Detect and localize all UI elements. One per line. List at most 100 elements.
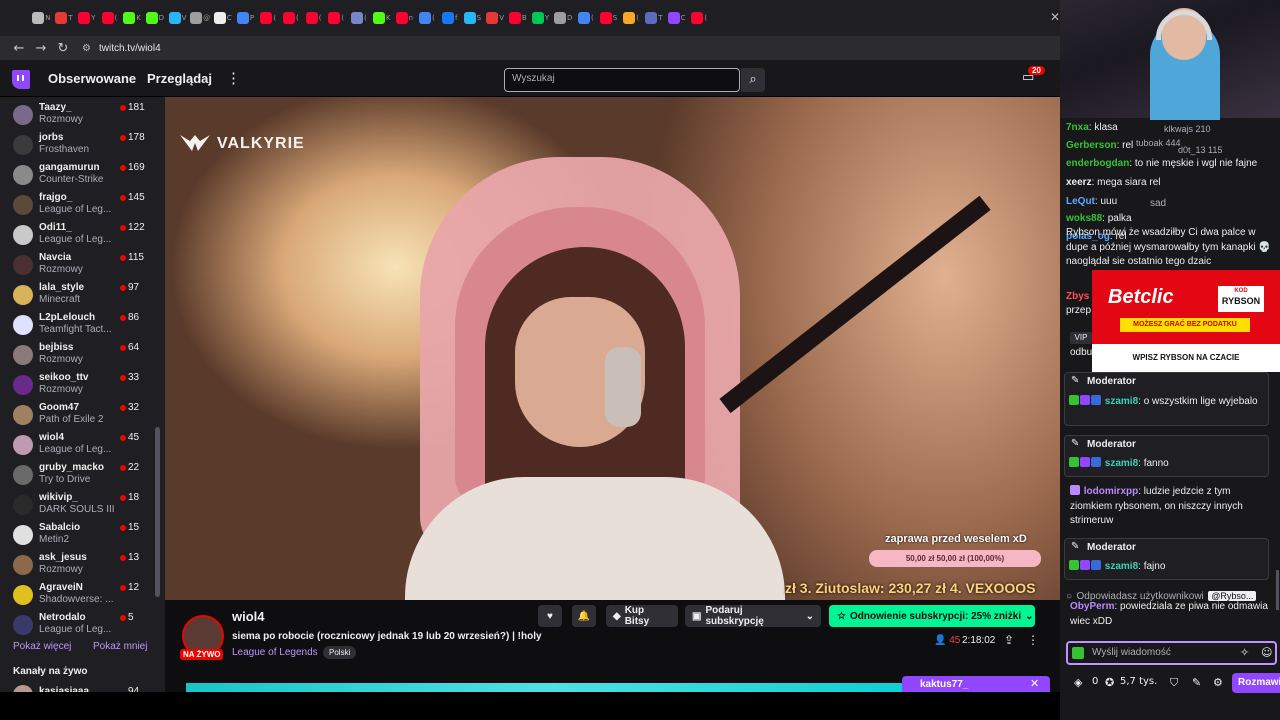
sidebar-channel[interactable]: Goom47 Path of Exile 2 32 bbox=[0, 400, 160, 430]
sidebar-channel[interactable]: Navcia Rozmowy 115 bbox=[0, 250, 160, 280]
magic-icon[interactable]: ✧ bbox=[1240, 646, 1249, 659]
sidebar-channel[interactable]: Sabalcio Metin2 15 bbox=[0, 520, 160, 550]
sidebar-channel[interactable]: seikoo_ttv Rozmowy 33 bbox=[0, 370, 160, 400]
chat-username[interactable]: ObyPerm bbox=[1070, 601, 1114, 612]
sidebar-channel[interactable]: AgraveiN Shadowverse: ... 12 bbox=[0, 580, 160, 610]
browser-tab[interactable]: ( bbox=[620, 4, 643, 32]
twitch-logo-icon[interactable] bbox=[12, 70, 30, 89]
browser-tab[interactable]: ( bbox=[98, 4, 121, 32]
browser-tab[interactable]: ( bbox=[575, 4, 598, 32]
browser-tab[interactable]: K bbox=[121, 4, 144, 32]
browser-tab[interactable]: K bbox=[370, 4, 393, 32]
sidebar-channel[interactable]: jorbs Frosthaven 178 bbox=[0, 130, 160, 160]
chat-username[interactable]: lodomirxpp bbox=[1084, 486, 1138, 497]
tab-title: ( bbox=[341, 14, 345, 22]
sidebar-channel[interactable]: bejbiss Rozmowy 64 bbox=[0, 340, 160, 370]
sidebar-channel[interactable]: L2pLelouch Teamfight Tact... 86 bbox=[0, 310, 160, 340]
sidebar-channel[interactable]: wiol4 League of Leg... 45 bbox=[0, 430, 160, 460]
sidebar-channel[interactable]: Odi11_ League of Leg... 122 bbox=[0, 220, 160, 250]
tab-title: S bbox=[612, 14, 618, 22]
browser-tab[interactable]: T bbox=[53, 4, 76, 32]
browser-tab[interactable]: f bbox=[438, 4, 461, 32]
browser-tab[interactable]: C bbox=[665, 4, 688, 32]
chat-username[interactable]: LeQut bbox=[1066, 196, 1095, 207]
browser-tab[interactable]: ( bbox=[688, 4, 711, 32]
sidebar-channel[interactable]: wikivip_ DARK SOULS III 18 bbox=[0, 490, 160, 520]
chat-send-button[interactable]: Rozmawiaj bbox=[1232, 673, 1280, 693]
browser-tab[interactable]: ( bbox=[416, 4, 439, 32]
browser-tab[interactable]: ( bbox=[302, 4, 325, 32]
chat-username[interactable]: szami8 bbox=[1105, 561, 1138, 572]
betclic-ad[interactable]: Betclic KOD RYBSON MOŻESZ GRAĆ BEZ PODAT… bbox=[1092, 270, 1280, 372]
browser-tab[interactable]: S bbox=[597, 4, 620, 32]
sidebar-channel[interactable]: ask_jesus Rozmowy 13 bbox=[0, 550, 160, 580]
browser-tab[interactable]: N bbox=[30, 4, 53, 32]
show-less-link[interactable]: Pokaż mniej bbox=[93, 641, 147, 652]
stream-category-link[interactable]: League of Legends bbox=[232, 647, 318, 658]
more-menu-icon[interactable]: ⋮ bbox=[226, 69, 241, 87]
sword-icon[interactable]: ✎ bbox=[1192, 676, 1201, 689]
search-input[interactable]: Wyszukaj bbox=[504, 68, 740, 92]
streamer-name[interactable]: wiol4 bbox=[232, 609, 265, 624]
sidebar-channel[interactable]: Netrodalo League of Leg... 5 bbox=[0, 610, 160, 640]
browser-tab[interactable]: ( bbox=[280, 4, 303, 32]
channel-points-icon[interactable]: ✪ bbox=[1105, 676, 1114, 689]
notifications-button[interactable]: 🔔 bbox=[572, 605, 596, 627]
browser-tab[interactable]: ( bbox=[348, 4, 371, 32]
follow-heart-button[interactable]: ♥ bbox=[538, 605, 562, 627]
browser-tab[interactable]: D bbox=[143, 4, 166, 32]
sidebar-channel[interactable]: gangamurun Counter-Strike 169 bbox=[0, 160, 160, 190]
browser-tab[interactable]: S bbox=[461, 4, 484, 32]
sidebar-channel[interactable]: lala_style Minecraft 97 bbox=[0, 280, 160, 310]
url-field[interactable]: twitch.tv/wiol4 bbox=[99, 43, 161, 54]
site-info-icon[interactable]: ⚙ bbox=[82, 43, 91, 54]
chat-username[interactable]: 7nxa bbox=[1066, 122, 1089, 133]
chat-username[interactable]: Gerberson bbox=[1066, 140, 1117, 151]
reload-icon[interactable]: ↻ bbox=[52, 41, 74, 56]
buy-bits-button[interactable]: ◆ Kup Bitsy bbox=[606, 605, 678, 627]
gift-sub-button[interactable]: ▣ Podaruj subskrypcję ⌄ bbox=[685, 605, 821, 627]
chat-username[interactable]: xeerz bbox=[1066, 177, 1092, 188]
chat-scrollbar[interactable] bbox=[1276, 570, 1279, 610]
browser-tab[interactable]: ( bbox=[257, 4, 280, 32]
browser-tab[interactable]: V bbox=[166, 4, 189, 32]
video-player[interactable]: VALKYRIE zaprawa przed weselem xD 50,00 … bbox=[165, 97, 1060, 600]
bits-icon[interactable]: ◈ bbox=[1074, 676, 1082, 689]
browser-tab[interactable]: Y bbox=[529, 4, 552, 32]
sidebar-channel[interactable]: Taazy_ Rozmowy 181 bbox=[0, 100, 160, 130]
browser-tab[interactable]: P bbox=[234, 4, 257, 32]
browser-tab[interactable]: Y bbox=[75, 4, 98, 32]
language-tag[interactable]: Polski bbox=[323, 646, 357, 659]
show-more-link[interactable]: Pokaż więcej bbox=[13, 641, 71, 652]
browser-tab[interactable]: n bbox=[393, 4, 416, 32]
nav-following[interactable]: Obserwowane bbox=[48, 71, 136, 86]
forward-icon[interactable]: → bbox=[30, 41, 52, 56]
chat-text: : to nie męskie i wgl nie fajne bbox=[1129, 158, 1258, 169]
chat-username[interactable]: enderbogdan bbox=[1066, 158, 1129, 169]
more-options-icon[interactable]: ⋮ bbox=[1027, 633, 1039, 647]
search-icon[interactable]: ⌕ bbox=[741, 68, 765, 92]
renew-subscription-button[interactable]: ☆ Odnowienie subskrypcji: 25% zniżki ⌄ bbox=[829, 605, 1035, 627]
browser-tab[interactable]: D bbox=[552, 4, 575, 32]
chat-username[interactable]: szami8 bbox=[1105, 396, 1138, 407]
browser-tab[interactable]: @ bbox=[189, 4, 212, 32]
chat-username[interactable]: szami8 bbox=[1105, 458, 1138, 469]
sidebar-channel[interactable]: frajgo_ League of Leg... 145 bbox=[0, 190, 160, 220]
emote-icon[interactable]: ☺ bbox=[1261, 646, 1272, 659]
browser-tab[interactable]: T bbox=[643, 4, 666, 32]
gear-icon[interactable]: ⚙ bbox=[1213, 676, 1223, 689]
browser-tab[interactable]: V bbox=[484, 4, 507, 32]
close-icon[interactable]: ✕ bbox=[1050, 10, 1060, 24]
share-icon[interactable]: ⇪ bbox=[1004, 633, 1014, 647]
sidebar-channel[interactable]: gruby_macko Try to Drive 22 bbox=[0, 460, 160, 490]
browser-tab[interactable]: B bbox=[506, 4, 529, 32]
avatar bbox=[13, 315, 33, 335]
chat-username[interactable]: woks88 bbox=[1066, 213, 1102, 224]
back-icon[interactable]: ← bbox=[8, 41, 30, 56]
browser-tab[interactable]: C bbox=[212, 4, 235, 32]
close-icon[interactable]: ✕ bbox=[1030, 677, 1039, 690]
nav-browse[interactable]: Przeglądaj bbox=[147, 71, 212, 86]
shield-icon[interactable]: ⛉ bbox=[1170, 676, 1178, 690]
sidebar-scrollbar[interactable] bbox=[155, 427, 160, 597]
browser-tab[interactable]: ( bbox=[325, 4, 348, 32]
